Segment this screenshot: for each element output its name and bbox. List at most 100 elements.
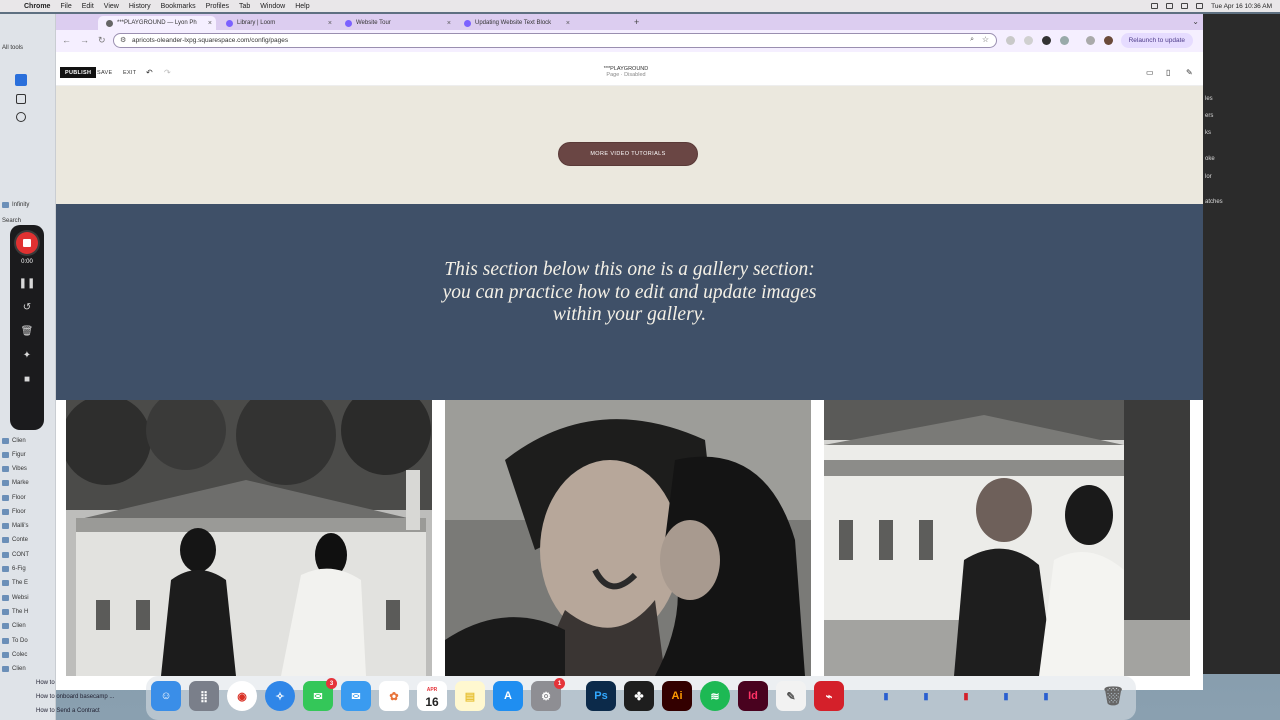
menu-history[interactable]: History xyxy=(129,3,151,10)
menubar-clock[interactable]: Tue Apr 16 10:36 AM xyxy=(1211,3,1272,10)
trash-app-icon[interactable]: 🗑 xyxy=(1098,681,1128,711)
menu-profiles[interactable]: Profiles xyxy=(206,3,229,10)
photos-app-icon[interactable]: ✿ xyxy=(379,681,409,711)
tab-label: Library | Loom xyxy=(237,20,276,26)
extension-icon[interactable] xyxy=(1006,36,1015,45)
app-store-app-icon[interactable]: A xyxy=(493,681,523,711)
textedit-app-icon[interactable]: ✎ xyxy=(776,681,806,711)
battery-icon[interactable] xyxy=(1181,3,1189,9)
menu-tab[interactable]: Tab xyxy=(239,3,250,10)
wifi-icon[interactable] xyxy=(1196,3,1204,9)
mac-menubar: Chrome File Edit View History Bookmarks … xyxy=(0,0,1280,12)
url-text[interactable]: apricots-oleander-lxpg.squarespace.com/c… xyxy=(132,37,288,44)
notes-app-icon[interactable]: ▤ xyxy=(455,681,485,711)
mail-app-icon[interactable]: ✉ xyxy=(341,681,371,711)
page-title-block[interactable]: ***PLAYGROUND Page · Disabled xyxy=(596,66,656,78)
bg-window-label: les xyxy=(1205,96,1213,102)
menu-view[interactable]: View xyxy=(104,3,119,10)
figma-app-icon[interactable]: ✤ xyxy=(624,681,654,711)
calendar-day: 16 xyxy=(425,695,439,709)
menu-window[interactable]: Window xyxy=(260,3,285,10)
calendar-app-icon[interactable]: APR 16 xyxy=(417,681,447,711)
stop-recording-button[interactable] xyxy=(16,232,38,254)
tab-strip: ***PLAYGROUND — Lyon Ph × Library | Loom… xyxy=(56,14,1203,30)
redo-icon[interactable]: ↷ xyxy=(164,68,171,77)
menu-help[interactable]: Help xyxy=(295,3,309,10)
more-video-tutorials-button[interactable]: MORE VIDEO TUTORIALS xyxy=(558,142,698,166)
minimized-window-icon[interactable]: ▮ xyxy=(911,681,941,711)
reload-icon[interactable]: ↻ xyxy=(98,35,106,46)
site-info-icon[interactable]: ⚙ xyxy=(120,36,126,44)
bookmark-star-icon[interactable]: ☆ xyxy=(982,35,989,44)
chrome-app-icon[interactable]: ◉ xyxy=(227,681,257,711)
finder-item[interactable]: How to Send a Contract xyxy=(36,708,100,714)
recording-timer: 0:00 xyxy=(21,259,33,265)
wedding-photo-embrace xyxy=(824,400,1190,676)
zoom-icon[interactable]: ⌕ xyxy=(970,36,974,44)
close-tab-icon[interactable]: × xyxy=(208,20,212,27)
trash-icon[interactable]: 🗑 xyxy=(17,327,37,337)
minimized-window-icon[interactable]: ▮ xyxy=(991,681,1021,711)
launchpad-app-icon[interactable]: ⣿ xyxy=(189,681,219,711)
photoshop-app-icon[interactable]: Ps xyxy=(586,681,616,711)
minimized-window-icon[interactable]: ▮ xyxy=(951,681,981,711)
extension-icon[interactable] xyxy=(1024,36,1033,45)
relaunch-to-update-button[interactable]: Relaunch to update xyxy=(1120,33,1193,48)
wedding-photo-kiss xyxy=(445,400,811,676)
tab-playground[interactable]: ***PLAYGROUND — Lyon Ph × xyxy=(98,16,216,30)
camera-icon[interactable]: ■ xyxy=(17,375,37,385)
tab-website-tour[interactable]: Website Tour × xyxy=(337,16,455,30)
gallery-section xyxy=(56,400,1203,690)
save-button[interactable]: SAVE xyxy=(97,70,112,76)
mobile-view-icon[interactable]: ▯ xyxy=(1166,68,1170,77)
design-brush-icon[interactable]: ✎ xyxy=(1186,68,1193,77)
extensions-puzzle-icon[interactable] xyxy=(1060,36,1069,45)
indesign-app-icon[interactable]: Id xyxy=(738,681,768,711)
tab-updating-text-block[interactable]: Updating Website Text Block × xyxy=(456,16,574,30)
new-tab-icon[interactable]: + xyxy=(634,17,639,27)
forward-icon[interactable]: → xyxy=(80,35,89,45)
profile-avatar[interactable] xyxy=(1104,36,1113,45)
gallery-image[interactable] xyxy=(445,400,811,676)
restart-icon[interactable]: ↺ xyxy=(17,303,37,313)
pause-icon[interactable]: ❚❚ xyxy=(17,279,37,289)
undo-icon[interactable]: ↶ xyxy=(146,68,153,77)
publish-button[interactable]: PUBLISH xyxy=(60,67,97,78)
effects-icon[interactable]: ✦ xyxy=(17,351,37,361)
close-tab-icon[interactable]: × xyxy=(566,20,570,27)
tab-loom[interactable]: Library | Loom × xyxy=(218,16,336,30)
tab-label: Website Tour xyxy=(356,20,391,26)
menu-bookmarks[interactable]: Bookmarks xyxy=(161,3,196,10)
messages-app-icon[interactable]: ✉ 3 xyxy=(303,678,337,711)
squarespace-editor-bar: PUBLISH SAVE EXIT ↶ ↷ ***PLAYGROUND Page… xyxy=(56,52,1203,86)
address-bar[interactable]: ⚙ apricots-oleander-lxpg.squarespace.com… xyxy=(113,33,997,48)
page-status: Page · Disabled xyxy=(606,72,646,78)
close-tab-icon[interactable]: × xyxy=(447,20,451,27)
minimized-window-icon[interactable]: ▮ xyxy=(871,681,901,711)
extension-icon[interactable] xyxy=(1042,36,1051,45)
background-app-window: les ers ks oke lor atches xyxy=(1195,14,1280,674)
acrobat-app-icon[interactable]: ⌁ xyxy=(814,681,844,711)
status-icon[interactable] xyxy=(1166,3,1174,9)
finder-item[interactable]: How to onboard basecamp ... xyxy=(36,694,114,700)
tab-search-chevron-icon[interactable]: ⌄ xyxy=(1192,17,1199,26)
system-settings-app-icon[interactable]: ⚙ 1 xyxy=(531,678,565,711)
minimized-window-icon[interactable]: ▮ xyxy=(1031,681,1061,711)
menu-edit[interactable]: Edit xyxy=(82,3,94,10)
menu-file[interactable]: File xyxy=(60,3,71,10)
section-headline[interactable]: This section below this one is a gallery… xyxy=(436,259,823,327)
spotify-app-icon[interactable]: ≋ xyxy=(700,681,730,711)
close-tab-icon[interactable]: × xyxy=(328,20,332,27)
safari-app-icon[interactable]: ✧ xyxy=(265,681,295,711)
finder-app-icon[interactable]: ☺ xyxy=(151,681,181,711)
sidebar-icon[interactable] xyxy=(1086,36,1095,45)
illustrator-app-icon[interactable]: Ai xyxy=(662,681,692,711)
loom-recorder-controls: 0:00 ❚❚ ↺ 🗑 ✦ ■ xyxy=(10,225,44,430)
back-icon[interactable]: ← xyxy=(62,35,71,45)
menu-app-name[interactable]: Chrome xyxy=(24,3,50,10)
gallery-image[interactable] xyxy=(824,400,1190,676)
desktop-view-icon[interactable]: ▭ xyxy=(1146,68,1154,77)
gallery-image[interactable] xyxy=(66,400,432,676)
status-icon[interactable] xyxy=(1151,3,1159,9)
exit-button[interactable]: EXIT xyxy=(123,70,136,76)
